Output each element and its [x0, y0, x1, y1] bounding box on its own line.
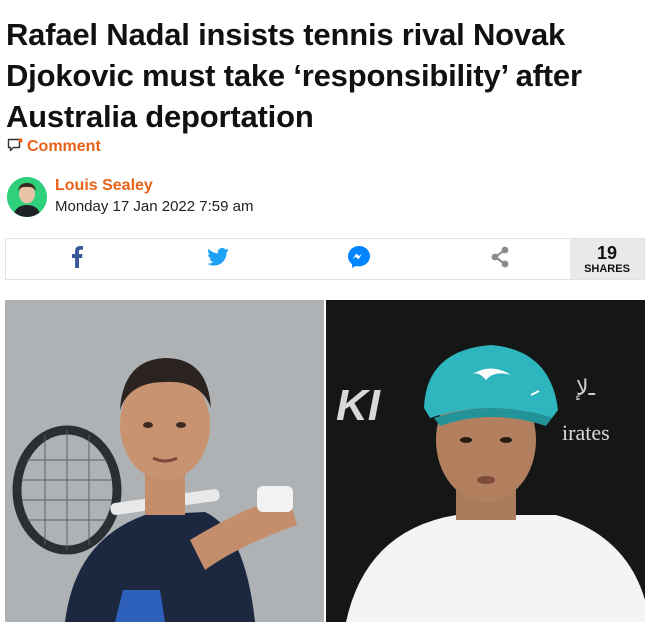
author-name[interactable]: Louis Sealey [55, 176, 253, 196]
publish-date: Monday 17 Jan 2022 7:59 am [55, 198, 254, 215]
twitter-share-button[interactable] [147, 239, 288, 279]
messenger-icon [347, 245, 370, 273]
byline: Louis Sealey Monday 17 Jan 2022 7:59 am [7, 176, 253, 218]
facebook-icon [71, 245, 83, 273]
author-avatar[interactable] [7, 177, 47, 217]
comment-label: Comment [27, 138, 101, 155]
djokovic-photo [5, 300, 324, 622]
sponsor-logo-kia: KI [336, 381, 381, 430]
twitter-icon [206, 247, 229, 271]
share-count-label: SHARES [584, 262, 630, 275]
comment-link[interactable]: Comment [7, 137, 101, 157]
share-icon [490, 246, 510, 273]
article-hero-image[interactable]: KI irates ـﻹ [5, 300, 645, 622]
messenger-share-button[interactable] [288, 239, 429, 279]
article-headline: Rafael Nadal insists tennis rival Novak … [6, 17, 582, 134]
facebook-share-button[interactable] [6, 239, 147, 279]
share-bar: 19 SHARES [5, 238, 645, 280]
nadal-photo: KI irates ـﻹ [326, 300, 645, 622]
svg-text:ـﻹ: ـﻹ [576, 376, 596, 401]
share-count-number: 19 [596, 242, 618, 263]
sponsor-logo-emirates: irates [562, 420, 610, 445]
comment-icon [7, 137, 23, 157]
generic-share-button[interactable] [429, 239, 570, 279]
share-count: 19 SHARES [570, 239, 644, 279]
